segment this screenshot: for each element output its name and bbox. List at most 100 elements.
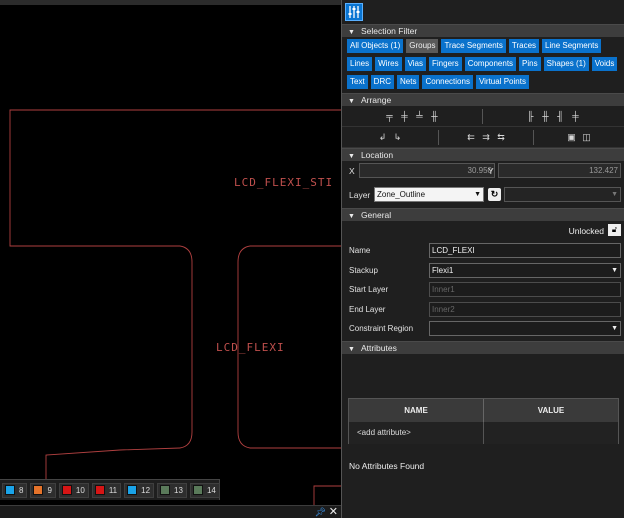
filter-chip-shapes-1[interactable]: Shapes (1) (543, 57, 589, 71)
mirror-icon[interactable]: ⇉ (481, 132, 492, 143)
layer-number: 14 (206, 485, 216, 495)
filter-chip-wires[interactable]: Wires (375, 57, 402, 71)
arrange-row-2: ↲ ↳ ⇇ ⇉ ⇆ ▣ ◫ (342, 127, 624, 148)
name-field[interactable]: LCD_FLEXI (429, 243, 621, 258)
distribute-horizontal-icon[interactable]: ╫ (429, 111, 440, 122)
align-middle-icon[interactable]: ╪ (399, 111, 410, 122)
align-bottom-icon[interactable]: ╧ (414, 111, 425, 122)
chevron-down-icon: ▼ (611, 325, 618, 332)
filter-chip-connections[interactable]: Connections (422, 75, 473, 89)
layer-number: 8 (19, 485, 24, 495)
constraint-region-select[interactable]: ▼ (429, 321, 621, 336)
lock-row: Unlocked 🔓︎ (342, 221, 624, 241)
panel-toolbar (342, 0, 624, 24)
distribute-vertical-icon[interactable]: ╪ (570, 111, 581, 122)
align-right-icon[interactable]: ╢ (555, 111, 566, 122)
stackup-row: Stackup Flexi1 ▼ (342, 261, 624, 281)
stackup-label: Stackup (349, 265, 378, 275)
layer-select[interactable]: Zone_Outline ▼ (374, 187, 484, 202)
pcb-canvas[interactable]: LCD_FLEXI_STI LCD_FLEXI 8 9 10 11 12 13 14 📌︎ … (0, 0, 341, 518)
chevron-down-icon: ▼ (611, 191, 618, 198)
section-arrange[interactable]: ▼ Arrange (342, 93, 624, 106)
chevron-down-icon: ▼ (611, 266, 618, 274)
filter-chip-fingers[interactable]: Fingers (429, 57, 462, 71)
filter-chip-all-objects-1[interactable]: All Objects (1) (347, 39, 404, 53)
layer-chip-10[interactable]: 10 (58, 482, 89, 498)
board-outline-drawing (9, 109, 341, 505)
align-center-icon[interactable]: ╫ (540, 111, 551, 122)
group-icon[interactable]: ▣ (566, 132, 577, 143)
selection-filter-chips: All Objects (1) Groups Trace Segments Trace… (342, 37, 624, 93)
canvas-label-flexi-sti: LCD_FLEXI_STI (234, 176, 334, 189)
section-selection-filter[interactable]: ▼ Selection Filter (342, 24, 624, 37)
section-general[interactable]: ▼ General (342, 208, 624, 221)
chevron-down-icon: ▼ (474, 191, 481, 198)
filter-sliders-icon[interactable] (345, 3, 363, 21)
arrange-align-group-2: ╟ ╫ ╢ ╪ (483, 106, 623, 126)
layer-color-swatch (33, 485, 44, 495)
section-title: General (360, 210, 392, 220)
constraint-region-label: Constraint Region (349, 324, 414, 333)
layer-chip-9[interactable]: 9 (30, 482, 56, 498)
layer-chip-13[interactable]: 13 (157, 482, 187, 498)
pin-icon[interactable]: 📌︎ (315, 507, 326, 518)
x-coordinate-field[interactable]: 30.950 (359, 163, 495, 178)
filter-chip-trace-segments[interactable]: Trace Segments (441, 39, 506, 53)
layer-color-swatch (61, 485, 72, 495)
column-header-value[interactable]: VALUE (484, 399, 618, 422)
layer-number: 13 (174, 485, 183, 495)
column-header-name[interactable]: NAME (349, 399, 484, 422)
section-attributes[interactable]: ▼ Attributes (342, 340, 624, 354)
refresh-icon[interactable]: ↻ (488, 188, 501, 201)
section-location[interactable]: ▼ Location (342, 148, 624, 161)
attribute-value-cell[interactable] (484, 422, 618, 444)
rotate-right-icon[interactable]: ↳ (392, 132, 403, 143)
add-attribute-cell[interactable]: <add attribute> (349, 422, 484, 444)
collapse-triangle-icon: ▼ (348, 345, 355, 353)
close-icon[interactable]: ✕ (329, 505, 338, 518)
layer-secondary-select[interactable]: ▼ (504, 187, 621, 202)
layer-chip-14[interactable]: 14 (189, 482, 220, 498)
constraint-region-row: Constraint Region ▼ (342, 319, 624, 339)
ungroup-icon[interactable]: ◫ (581, 132, 592, 143)
no-attributes-message: No Attributes Found (349, 461, 425, 471)
layer-color-swatch (5, 485, 15, 495)
collapse-triangle-icon: ▼ (348, 29, 355, 36)
layer-chip-11[interactable]: 11 (91, 482, 122, 498)
end-layer-label: End Layer (349, 304, 386, 314)
align-left-icon[interactable]: ╟ (525, 111, 536, 122)
layer-chip-8[interactable]: 8 (2, 482, 28, 498)
filter-chip-drc[interactable]: DRC (370, 75, 395, 89)
location-xy-row: X 30.950 Y 132.427 (342, 161, 624, 181)
filter-chip-lines[interactable]: Lines (347, 57, 373, 71)
canvas-label-flexi: LCD_FLEXI (216, 341, 285, 354)
filter-chip-virtual-points[interactable]: Virtual Points (475, 75, 529, 89)
stackup-value: Flexi1 (432, 265, 454, 275)
y-coordinate-field[interactable]: 132.427 (498, 163, 621, 178)
canvas-bottom-strip: 📌︎ ✕ (0, 505, 341, 518)
section-title: Arrange (360, 95, 392, 105)
layer-chip-12[interactable]: 12 (124, 482, 155, 498)
start-layer-label: Start Layer (349, 285, 389, 294)
flip-icon[interactable]: ⇇ (466, 132, 477, 143)
filter-chip-groups[interactable]: Groups (406, 39, 439, 53)
layer-number: 11 (108, 485, 118, 495)
filter-chip-voids[interactable]: Voids (591, 57, 618, 71)
filter-chip-nets[interactable]: Nets (397, 75, 420, 89)
swap-icon[interactable]: ⇆ (496, 132, 507, 143)
filter-chip-text[interactable]: Text (347, 75, 368, 89)
filter-chip-components[interactable]: Components (464, 57, 517, 71)
arrange-flip-group: ⇇ ⇉ ⇆ (439, 127, 533, 147)
filter-chip-traces[interactable]: Traces (508, 39, 540, 53)
layer-color-swatch (127, 485, 138, 495)
filter-chip-line-segments[interactable]: Line Segments (542, 39, 602, 53)
outline-lower-box (313, 485, 341, 505)
stackup-select[interactable]: Flexi1 ▼ (429, 262, 621, 278)
filter-chip-vias[interactable]: Vias (404, 57, 426, 71)
section-title: Attributes (360, 342, 397, 353)
unlock-icon[interactable]: 🔓︎ (608, 224, 621, 236)
rotate-left-icon[interactable]: ↲ (377, 132, 388, 143)
end-layer-field: Inner2 (429, 301, 621, 317)
align-top-icon[interactable]: ╤ (384, 111, 395, 122)
filter-chip-pins[interactable]: Pins (519, 57, 541, 71)
